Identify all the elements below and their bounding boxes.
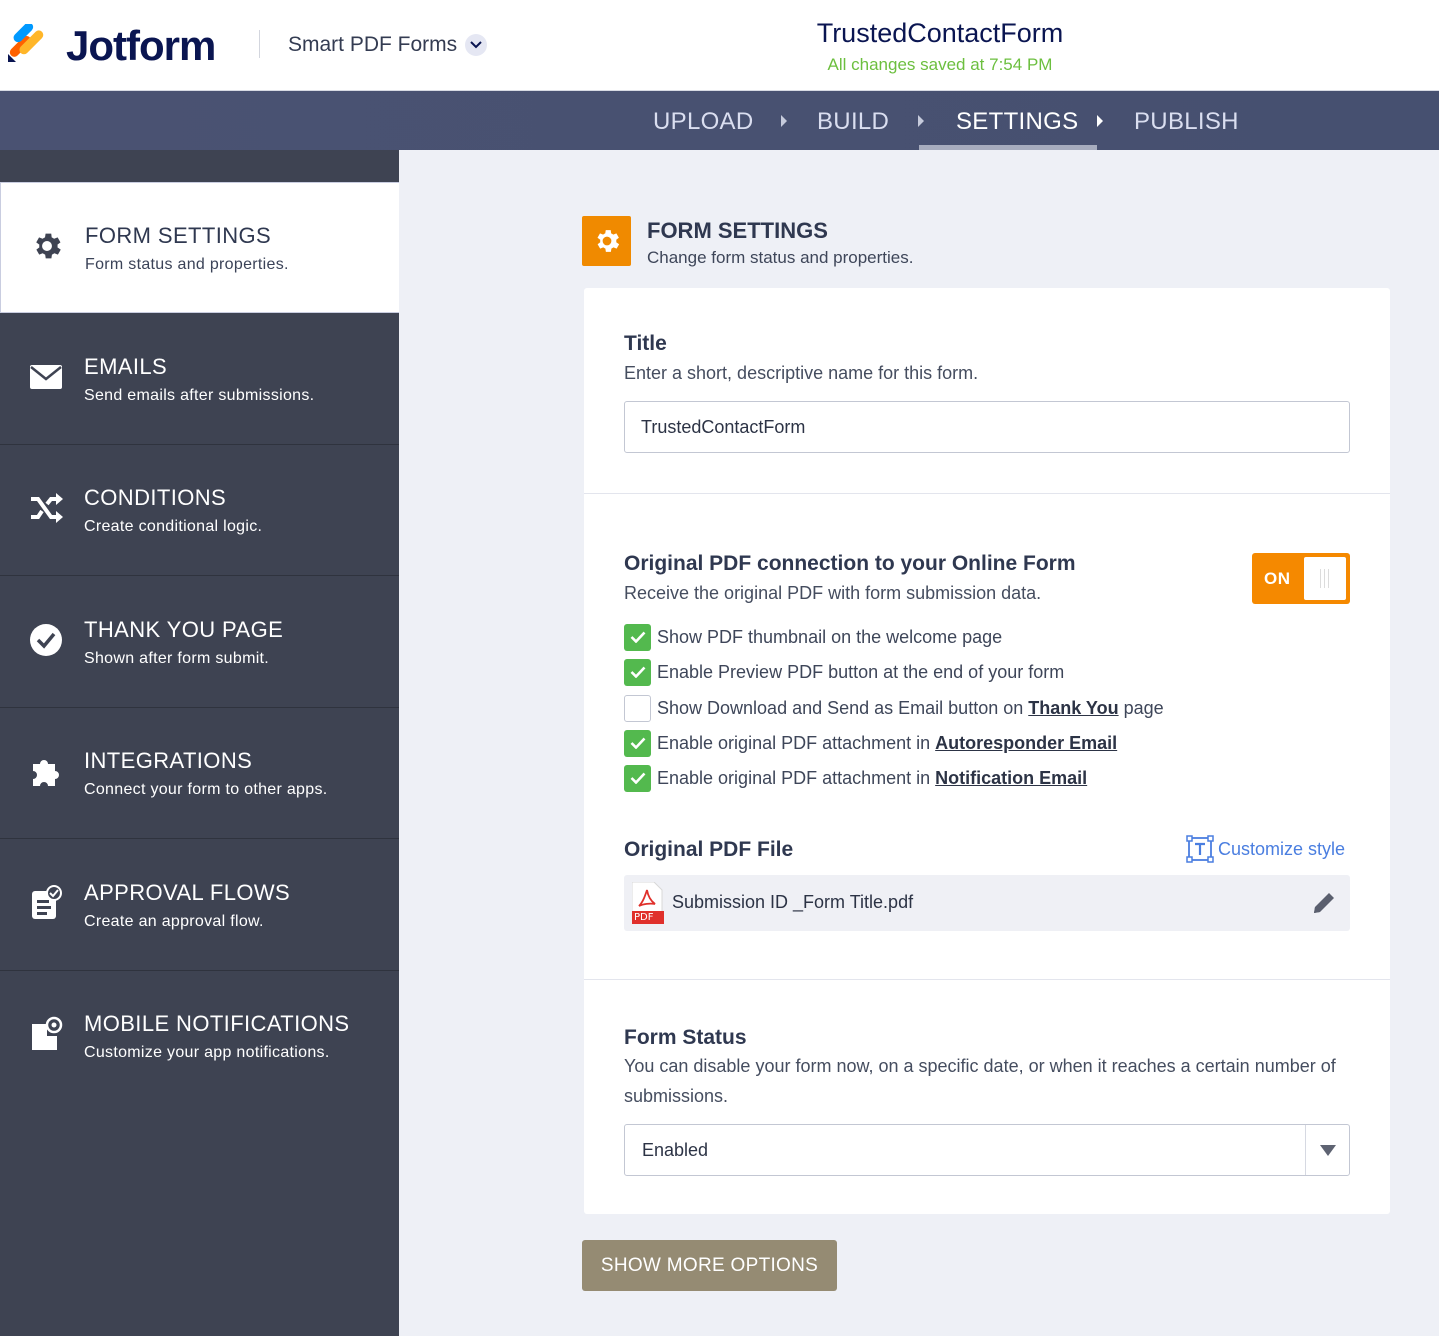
sidebar-item-title: MOBILE NOTIFICATIONS xyxy=(84,1011,350,1036)
thank-you-link[interactable]: Thank You xyxy=(1028,698,1118,719)
sidebar-item-title: APPROVAL FLOWS xyxy=(84,880,291,905)
checkbox-checked[interactable] xyxy=(624,729,651,757)
sidebar-item-subtitle: Create conditional logic. xyxy=(84,518,263,535)
settings-sidebar: FORM SETTINGS Form status and properties… xyxy=(0,150,399,1336)
tab-build[interactable]: BUILD xyxy=(817,91,889,150)
option-text: Enable Preview PDF button at the end of … xyxy=(657,661,1065,682)
customize-style-label: Customize style xyxy=(1218,838,1346,859)
sidebar-item-title: FORM SETTINGS xyxy=(85,223,272,248)
approval-icon xyxy=(28,885,64,921)
option-text: Enable original PDF attachment in xyxy=(657,732,931,753)
sidebar-item-emails[interactable]: EMAILS Send emails after submissions. xyxy=(0,314,399,445)
pencil-icon[interactable] xyxy=(1310,889,1338,917)
option-download-send[interactable]: Show Download and Send as Email button o… xyxy=(624,694,1164,722)
tab-publish[interactable]: PUBLISH xyxy=(1134,91,1239,150)
select-divider xyxy=(1305,1125,1306,1175)
sidebar-item-mobile-notifications[interactable]: MOBILE NOTIFICATIONS Customize your app … xyxy=(0,971,399,1102)
sidebar-item-title: CONDITIONS xyxy=(84,485,227,510)
sidebar-item-title: THANK YOU PAGE xyxy=(84,617,284,642)
sidebar-item-subtitle: Send emails after submissions. xyxy=(84,387,315,404)
show-more-options-button[interactable]: SHOW MORE OPTIONS xyxy=(582,1240,837,1291)
sidebar-item-subtitle: Connect your form to other apps. xyxy=(84,781,328,798)
toggle-knob[interactable] xyxy=(1304,557,1346,600)
option-text: Show Download and Send as Email button o… xyxy=(657,697,1024,718)
header-divider xyxy=(259,30,260,58)
pdf-connection-description: Receive the original PDF with form submi… xyxy=(624,583,1042,603)
form-status-select[interactable]: Enabled xyxy=(624,1124,1350,1176)
form-title[interactable]: TrustedContactForm xyxy=(760,18,1120,49)
form-status-label: Form Status xyxy=(624,1026,747,1049)
option-notification-attachment[interactable]: Enable original PDF attachment in Notifi… xyxy=(624,764,1087,792)
sidebar-item-title: INTEGRATIONS xyxy=(84,748,253,773)
section-title: FORM SETTINGS xyxy=(647,218,828,243)
checkbox-checked[interactable] xyxy=(624,623,651,651)
active-tab-indicator xyxy=(919,145,1097,150)
checkbox-checked[interactable] xyxy=(624,764,651,792)
sidebar-item-subtitle: Create an approval flow. xyxy=(84,913,264,930)
text-style-icon xyxy=(1186,835,1214,863)
check-circle-icon xyxy=(28,622,64,658)
gear-icon xyxy=(29,228,65,264)
jotform-logo-icon[interactable] xyxy=(6,24,46,64)
customize-style-link[interactable]: Customize style xyxy=(1186,835,1345,863)
step-arrow-icon xyxy=(918,115,924,127)
tab-upload[interactable]: UPLOAD xyxy=(653,91,754,150)
section-subtitle: Change form status and properties. xyxy=(647,248,914,267)
sidebar-item-approval-flows[interactable]: APPROVAL FLOWS Create an approval flow. xyxy=(0,840,399,971)
save-status: All changes saved at 7:54 PM xyxy=(827,55,1053,74)
pdf-file-label: Original PDF File xyxy=(624,838,794,861)
mobile-notification-icon xyxy=(28,1016,64,1052)
option-preview-button[interactable]: Enable Preview PDF button at the end of … xyxy=(624,658,1064,686)
card-divider xyxy=(584,493,1390,494)
sidebar-item-title: EMAILS xyxy=(84,354,168,379)
title-description: Enter a short, descriptive name for this… xyxy=(624,363,979,383)
sidebar-item-integrations[interactable]: INTEGRATIONS Connect your form to other … xyxy=(0,708,399,839)
option-show-thumbnail[interactable]: Show PDF thumbnail on the welcome page xyxy=(624,623,1002,651)
product-switcher[interactable]: Smart PDF Forms xyxy=(288,33,488,57)
shuffle-icon xyxy=(28,490,64,526)
card-divider xyxy=(584,979,1390,980)
sidebar-item-conditions[interactable]: CONDITIONS Create conditional logic. xyxy=(0,445,399,576)
option-text: Enable original PDF attachment in xyxy=(657,767,931,788)
pdf-file-row[interactable]: PDF Submission ID _Form Title.pdf xyxy=(624,875,1350,931)
option-text: Show PDF thumbnail on the welcome page xyxy=(657,626,1003,647)
form-status-value: Enabled xyxy=(642,1140,709,1160)
wizard-nav: UPLOAD BUILD SETTINGS PUBLISH xyxy=(0,91,1439,150)
notification-email-link[interactable]: Notification Email xyxy=(935,768,1087,789)
app-header: Jotform Smart PDF Forms TrustedContactFo… xyxy=(0,0,1439,91)
title-label: Title xyxy=(624,332,667,355)
pdf-connection-toggle[interactable]: ON xyxy=(1252,553,1350,604)
pdf-badge: PDF xyxy=(634,912,654,923)
chevron-down-icon[interactable] xyxy=(465,34,488,56)
checkbox-checked[interactable] xyxy=(624,658,651,686)
step-arrow-icon xyxy=(1097,115,1103,127)
envelope-icon xyxy=(28,359,64,395)
option-text-after: page xyxy=(1123,697,1164,718)
pdf-file-name: Submission ID _Form Title.pdf xyxy=(672,892,914,912)
checkbox-unchecked[interactable] xyxy=(624,694,651,722)
toggle-label: ON xyxy=(1264,569,1291,588)
step-arrow-icon xyxy=(781,115,787,127)
puzzle-icon xyxy=(28,753,64,789)
autoresponder-email-link[interactable]: Autoresponder Email xyxy=(935,733,1117,754)
tab-settings[interactable]: SETTINGS xyxy=(956,91,1078,150)
sidebar-item-subtitle: Shown after form submit. xyxy=(84,650,270,667)
gear-icon xyxy=(582,216,631,266)
pdf-connection-label: Original PDF connection to your Online F… xyxy=(624,552,1076,575)
sidebar-item-subtitle: Customize your app notifications. xyxy=(84,1044,330,1061)
brand-name[interactable]: Jotform xyxy=(66,22,216,70)
form-status-description: You can disable your form now, on a spec… xyxy=(624,1056,1336,1106)
dropdown-caret-icon[interactable] xyxy=(1320,1145,1336,1156)
product-name: Smart PDF Forms xyxy=(288,33,458,56)
option-autoresponder-attachment[interactable]: Enable original PDF attachment in Autore… xyxy=(624,729,1117,757)
sidebar-item-form-settings[interactable]: FORM SETTINGS Form status and properties… xyxy=(0,182,399,313)
sidebar-item-subtitle: Form status and properties. xyxy=(85,256,289,273)
sidebar-item-thank-you-page[interactable]: THANK YOU PAGE Shown after form submit. xyxy=(0,577,399,708)
title-input[interactable] xyxy=(624,401,1350,453)
